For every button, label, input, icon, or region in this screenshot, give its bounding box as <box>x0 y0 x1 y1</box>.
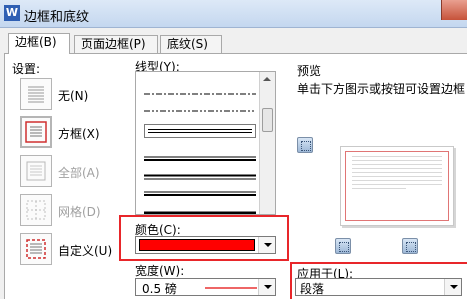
dialog-title: 边框和底纹 <box>24 10 90 25</box>
setting-custom[interactable]: 自定义(U) <box>20 233 130 265</box>
preview-label: 预览 <box>297 64 322 78</box>
line-option-double-thin[interactable] <box>144 124 256 138</box>
box-border-icon <box>20 116 52 148</box>
scroll-up-arrow-icon[interactable] <box>263 77 271 81</box>
color-dropdown[interactable] <box>135 236 276 254</box>
setting-grid: 网格(D) <box>20 194 130 226</box>
all-borders-icon <box>20 155 52 187</box>
top-border-button[interactable] <box>297 137 313 153</box>
setting-box[interactable]: 方框(X) <box>20 116 130 148</box>
width-label: 宽度(W): <box>135 264 185 278</box>
title-bar: W 边框和底纹 <box>0 0 467 28</box>
preview-border-frame <box>345 151 449 221</box>
no-border-icon <box>20 78 52 110</box>
color-swatch <box>139 239 255 251</box>
setting-all-label: 全部(A) <box>58 166 100 180</box>
line-style-scrollbar[interactable] <box>259 72 275 214</box>
preview-hint: 单击下方图示或按钮可设置边框 <box>297 82 466 96</box>
setting-none-label: 无(N) <box>58 89 89 103</box>
scroll-thumb[interactable] <box>262 108 273 132</box>
apply-to-dropdown[interactable]: 段落 <box>295 278 462 296</box>
right-border-button[interactable] <box>402 238 418 254</box>
chevron-down-icon[interactable] <box>444 279 461 295</box>
apply-to-value: 段落 <box>300 282 325 296</box>
line-option-thin-thick[interactable] <box>144 151 256 161</box>
setting-all: 全部(A) <box>20 155 130 187</box>
setting-none[interactable]: 无(N) <box>20 78 130 110</box>
width-dropdown[interactable]: 0.5 磅 <box>135 278 276 296</box>
preview-page[interactable] <box>340 146 454 226</box>
line-style-list[interactable] <box>135 71 276 215</box>
tab-borders[interactable]: 边框(B) <box>8 33 70 54</box>
custom-border-icon <box>20 233 52 265</box>
line-option-thick[interactable] <box>144 205 256 214</box>
chevron-down-icon[interactable] <box>258 279 275 295</box>
tab-page-borders[interactable]: 页面边框(P) <box>74 35 158 53</box>
settings-label: 设置: <box>12 62 41 76</box>
tab-shading[interactable]: 底纹(S) <box>160 35 222 53</box>
chevron-down-icon[interactable] <box>258 237 275 253</box>
setting-custom-label: 自定义(U) <box>58 244 113 258</box>
grid-borders-icon <box>20 194 52 226</box>
line-option-dash-dot[interactable] <box>144 85 256 95</box>
setting-box-label: 方框(X) <box>58 127 100 141</box>
left-border-button[interactable] <box>335 238 351 254</box>
width-sample-line <box>205 287 257 289</box>
setting-grid-label: 网格(D) <box>58 205 101 219</box>
wps-writer-icon: W <box>4 5 20 21</box>
close-button[interactable] <box>441 0 467 20</box>
line-option-dash-dot-dot[interactable] <box>144 102 256 112</box>
line-option-thick-thin[interactable] <box>144 169 256 180</box>
width-value: 0.5 磅 <box>142 282 177 296</box>
line-option-thin-thick-thin[interactable] <box>144 187 256 196</box>
